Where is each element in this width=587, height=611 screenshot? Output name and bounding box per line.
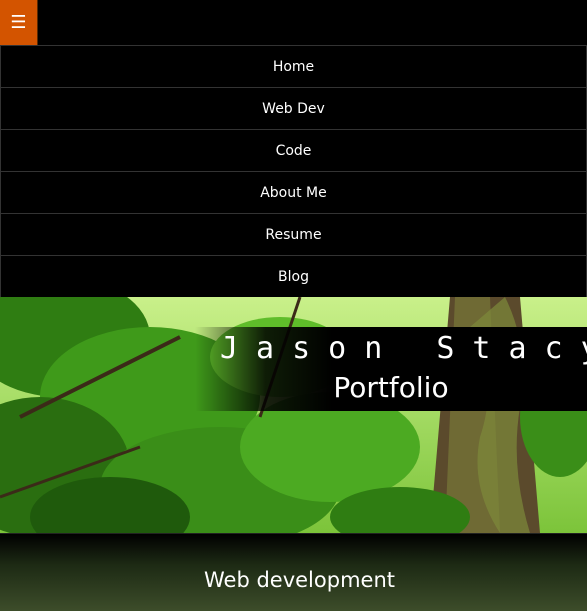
nav-item-label: Code: [275, 142, 312, 159]
nav-item-web-dev[interactable]: Web Dev: [0, 87, 587, 129]
nav-item-label: About Me: [260, 184, 327, 201]
nav-item-label: Resume: [265, 226, 322, 243]
nav-item-label: Home: [272, 58, 315, 75]
top-bar: ☰: [0, 0, 587, 45]
main-nav: Home Web Dev Code About Me Resume Blog: [0, 45, 587, 297]
nav-item-label: Blog: [278, 268, 309, 285]
site-owner-name: Jason Stacy: [220, 331, 587, 366]
menu-toggle-button[interactable]: ☰: [0, 0, 38, 45]
hamburger-icon: ☰: [10, 12, 27, 33]
nav-item-blog[interactable]: Blog: [0, 255, 587, 297]
nav-item-resume[interactable]: Resume: [0, 213, 587, 255]
site-subtitle: Portfolio: [333, 371, 449, 404]
nav-item-about-me[interactable]: About Me: [0, 171, 587, 213]
web-development-section: Web development: [0, 533, 587, 611]
section-heading: Web development: [204, 568, 395, 592]
title-band: Jason Stacy Portfolio: [195, 327, 587, 411]
nav-item-home[interactable]: Home: [0, 45, 587, 87]
nav-item-code[interactable]: Code: [0, 129, 587, 171]
nav-item-label: Web Dev: [262, 100, 325, 117]
hero-banner: Jason Stacy Portfolio: [0, 297, 587, 533]
